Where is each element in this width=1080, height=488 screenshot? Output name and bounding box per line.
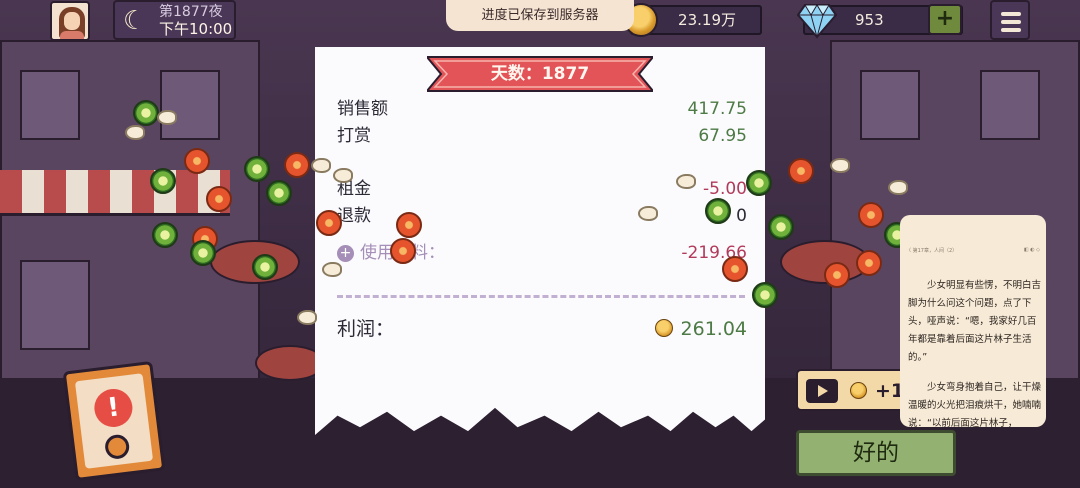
menu-button[interactable] <box>990 0 1030 40</box>
tips-label: 打赏 <box>337 126 371 146</box>
pepper-slice <box>705 198 731 224</box>
day-time-indicator: ☾ 第1877夜 下午10:00 <box>113 0 236 40</box>
moon-icon: ☾ <box>123 6 147 36</box>
tomato-slice <box>184 148 210 174</box>
watch-ad-reward-button[interactable]: +10 <box>796 369 917 411</box>
reader-paragraph: 少女明显有些愣，不明白吉脚为什么问这个问题，点了下头，哑声说：“嗯，我家好几百年… <box>908 280 1042 363</box>
refund-label: 退款 <box>337 206 371 226</box>
pepper-slice <box>752 282 778 308</box>
coin-slot-icon <box>103 433 131 461</box>
pepper-slice <box>150 168 176 194</box>
coin-icon <box>654 319 673 337</box>
save-toast: 进度已保存到服务器 <box>446 0 634 31</box>
menu-icon-line <box>1001 20 1021 24</box>
reader-controls: ◧ ◐ ◇ <box>1023 247 1040 253</box>
window <box>860 70 920 140</box>
table-prop <box>255 345 325 381</box>
reader-text: 少女明显有些愣，不明白吉脚为什么问这个问题，点了下头，哑声说：“嗯，我家好几百年… <box>908 277 1042 427</box>
sales-row: 销售额 417.75 <box>337 97 747 121</box>
nut-piece <box>297 310 317 325</box>
alert-card[interactable]: ! <box>62 360 166 482</box>
avatar-body <box>60 31 84 39</box>
receipt-divider <box>337 295 745 298</box>
tomato-slice <box>858 202 884 228</box>
floating-reader-panel[interactable]: 〈 第17章，人间（2） ◧ ◐ ◇ 少女明显有些愣，不明白吉脚为什么问这个问题… <box>900 215 1046 427</box>
avatar-face <box>64 12 80 30</box>
window <box>160 70 220 140</box>
coin-icon <box>850 382 867 399</box>
nut-piece <box>322 262 342 277</box>
rent-value: -5.00 <box>703 179 747 199</box>
expand-plus-icon[interactable]: + <box>337 245 354 262</box>
profit-row: 利润： 261.04 <box>337 315 747 343</box>
pepper-slice <box>746 170 772 196</box>
nut-piece <box>157 110 177 125</box>
menu-icon-line <box>1001 28 1021 32</box>
receipt-title: 天数：1877 <box>490 64 590 84</box>
daily-receipt: 天数：1877 销售额 417.75 打赏 67.95 租金 -5.00 退款 … <box>315 47 765 435</box>
refund-value: 0 <box>736 206 747 226</box>
pepper-slice <box>266 180 292 206</box>
chapter-title: 〈 第17章，人间（2） <box>906 248 958 254</box>
sales-label: 销售额 <box>337 99 388 119</box>
window <box>20 70 80 140</box>
nut-piece <box>638 206 658 221</box>
coin-amount: 23.19万 <box>678 11 736 29</box>
window <box>20 260 90 350</box>
tomato-slice <box>722 256 748 282</box>
exclamation-icon: ! <box>92 386 135 430</box>
diamond-icon <box>797 4 837 39</box>
video-play-icon <box>806 379 838 403</box>
nut-piece <box>333 168 353 183</box>
player-avatar[interactable] <box>50 1 90 41</box>
awning <box>0 170 230 216</box>
sales-value: 417.75 <box>687 99 747 119</box>
tomato-slice <box>856 250 882 276</box>
reader-paragraph: 少女弯身抱着自己，让干燥温暖的火光把泪痕烘干，她喃喃说：“以前后面这片林子， <box>908 382 1042 427</box>
profit-label: 利润： <box>337 318 395 340</box>
pepper-slice <box>190 240 216 266</box>
add-gems-button[interactable]: + <box>928 4 962 35</box>
tomato-slice <box>284 152 310 178</box>
tomato-slice <box>390 238 416 264</box>
night-count: 第1877夜 <box>159 4 223 20</box>
tips-row: 打赏 67.95 <box>337 124 747 148</box>
tomato-slice <box>396 212 422 238</box>
pepper-slice <box>133 100 159 126</box>
nut-piece <box>125 125 145 140</box>
nut-piece <box>311 158 331 173</box>
gem-counter: 953 + <box>797 4 963 39</box>
gem-amount: 953 <box>855 11 884 29</box>
tomato-slice <box>316 210 342 236</box>
coin-counter: 23.19万 <box>624 3 762 37</box>
nut-piece <box>676 174 696 189</box>
pepper-slice <box>244 156 270 182</box>
alert-card-face: ! <box>74 373 154 469</box>
profit-value: 261.04 <box>680 318 747 340</box>
tomato-slice <box>788 158 814 184</box>
pepper-slice <box>152 222 178 248</box>
tomato-slice <box>206 186 232 212</box>
clock-time: 下午10:00 <box>159 20 233 38</box>
window <box>980 70 1040 140</box>
ok-button[interactable]: 好的 <box>796 430 956 476</box>
pepper-slice <box>252 254 278 280</box>
nut-piece <box>888 180 908 195</box>
nut-piece <box>830 158 850 173</box>
menu-icon-line <box>1001 12 1021 16</box>
tomato-slice <box>824 262 850 288</box>
pepper-slice <box>768 214 794 240</box>
tips-value: 67.95 <box>698 126 747 146</box>
